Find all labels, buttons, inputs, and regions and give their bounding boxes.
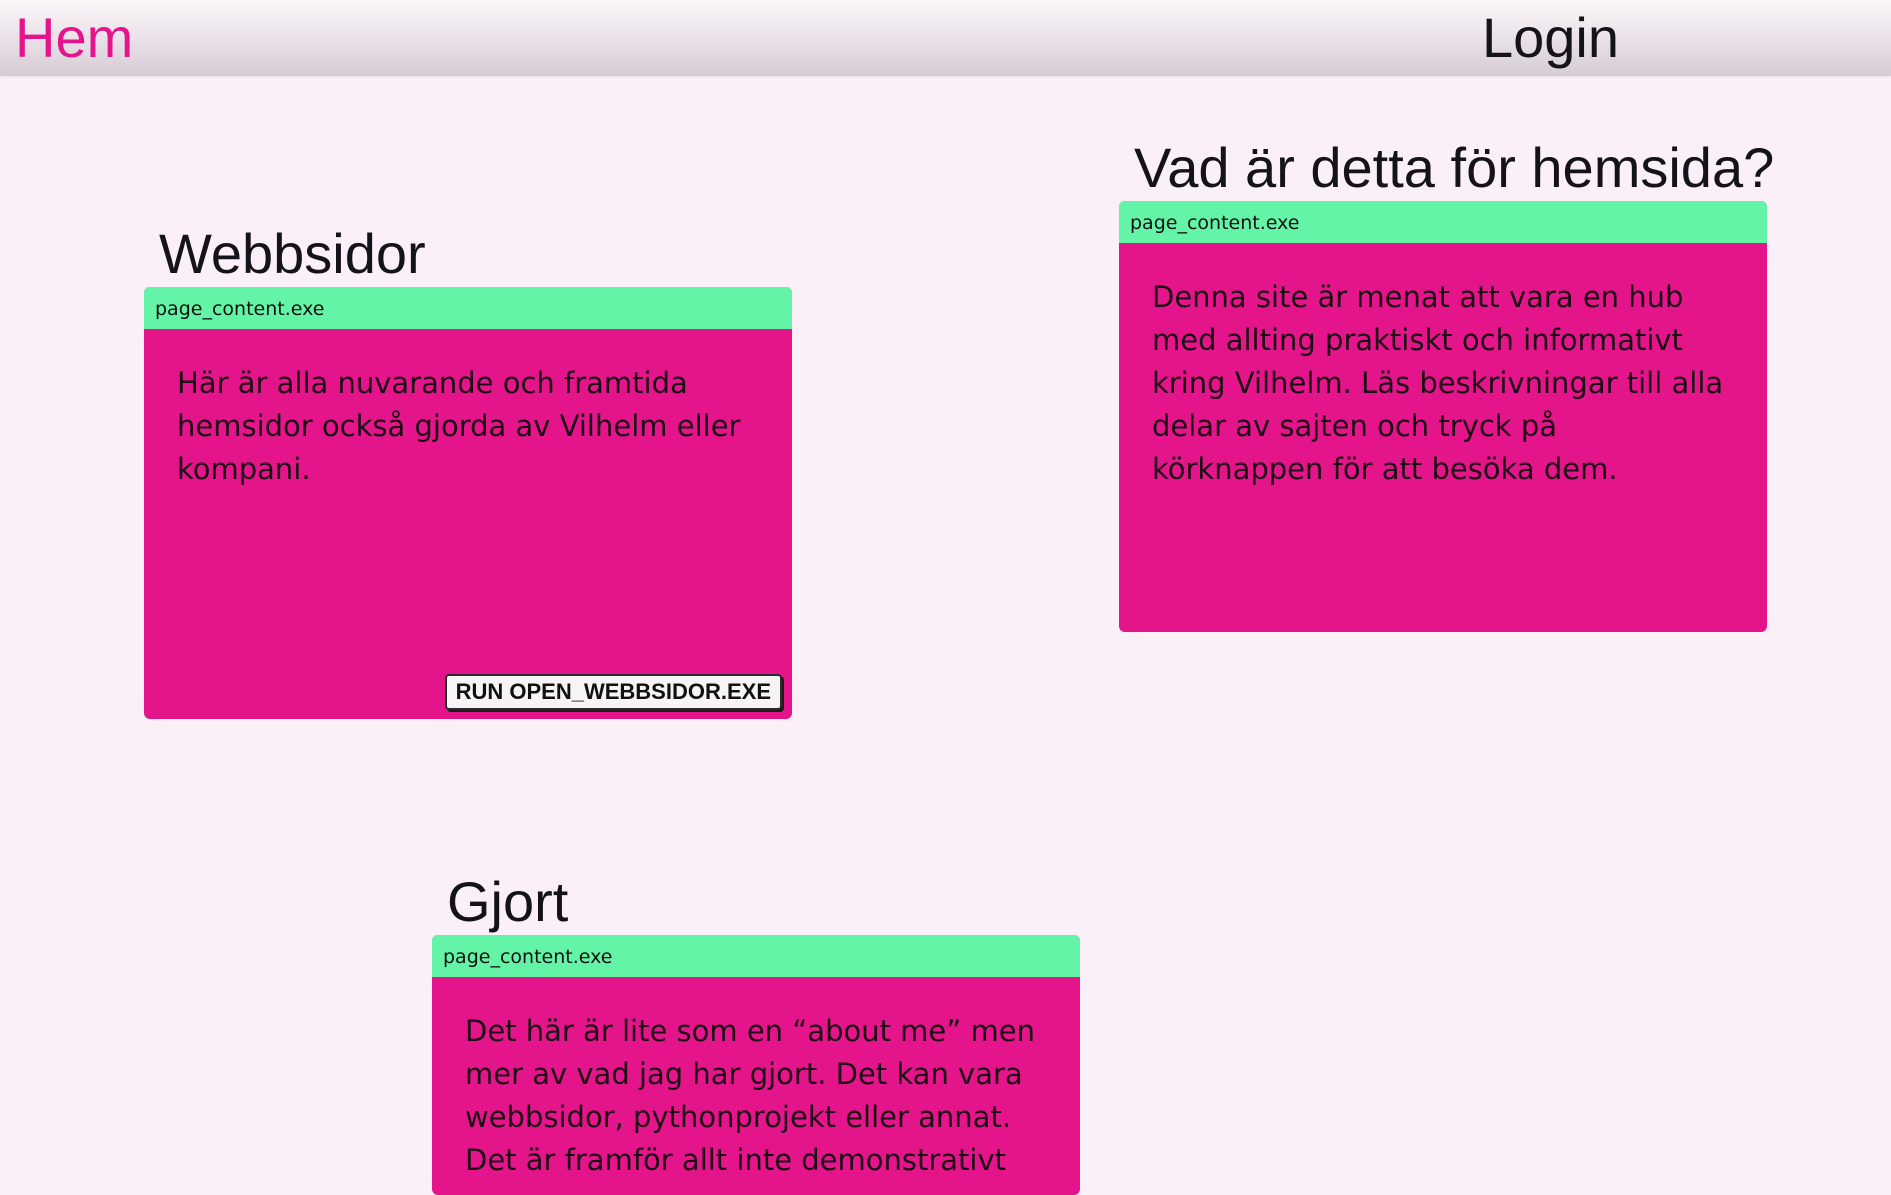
gjort-title: Gjort bbox=[447, 870, 569, 933]
gjort-description: Det här är lite som en “about me” men me… bbox=[465, 1014, 1035, 1177]
webbsidor-window-titlebar: page_content.exe bbox=[144, 287, 792, 329]
gjort-window: page_content.exe Det här är lite som en … bbox=[432, 935, 1080, 1195]
top-navbar: Hem Login bbox=[0, 0, 1891, 76]
run-webbsidor-button[interactable]: RUN OPEN_WEBBSIDOR.EXE bbox=[444, 674, 782, 710]
nav-login-link[interactable]: Login bbox=[1482, 4, 1619, 72]
webbsidor-description: Här är alla nuvarande och framtida hemsi… bbox=[177, 366, 741, 486]
about-site-description: Denna site är menat att vara en hub med … bbox=[1152, 280, 1724, 486]
about-site-window-titlebar: page_content.exe bbox=[1119, 201, 1767, 243]
about-site-title: Vad är detta för hemsida? bbox=[1134, 136, 1775, 199]
about-site-window: page_content.exe Denna site är menat att… bbox=[1119, 201, 1767, 632]
webbsidor-window: page_content.exe Här är alla nuvarande o… bbox=[144, 287, 792, 719]
gjort-window-titlebar: page_content.exe bbox=[432, 935, 1080, 977]
nav-home-link[interactable]: Hem bbox=[15, 4, 133, 72]
webbsidor-title: Webbsidor bbox=[159, 222, 426, 285]
